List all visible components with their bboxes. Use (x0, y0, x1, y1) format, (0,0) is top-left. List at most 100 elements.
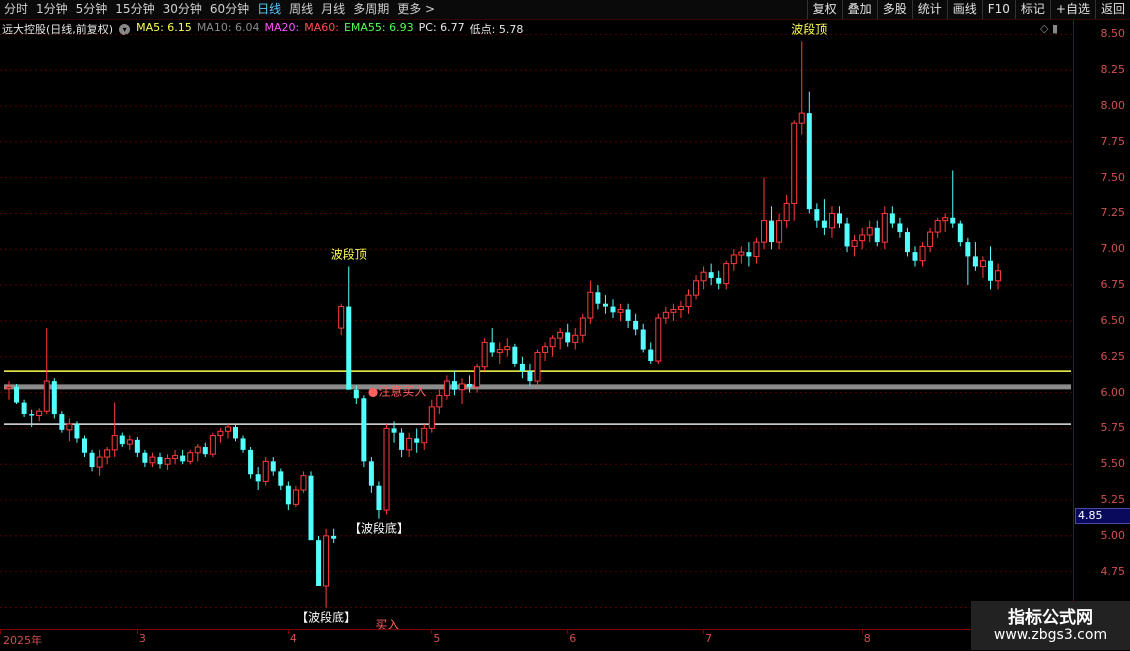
period-tab[interactable]: 多周期 (349, 0, 393, 19)
candle-body (783, 202, 790, 222)
period-tab[interactable]: 更多 > (393, 0, 439, 19)
candle-body (202, 447, 208, 455)
candle-body (534, 351, 541, 382)
signal-label: 【波段底】 (349, 521, 409, 536)
toolbar-button[interactable]: 多股 (876, 0, 912, 19)
toolbar-button[interactable]: 返回 (1094, 0, 1130, 19)
time-tick: 4 (289, 632, 297, 645)
period-tab[interactable]: 30分钟 (159, 0, 206, 19)
toolbar-button[interactable]: 统计 (911, 0, 947, 19)
time-axis: 2025年 3 4 5 6 7 8 (0, 629, 1073, 651)
time-tick: 5 (433, 632, 441, 645)
candle-body (323, 535, 330, 587)
candle-body (134, 439, 140, 453)
candle-body (934, 220, 941, 233)
period-tab[interactable]: 月线 (317, 0, 349, 19)
period-tab[interactable]: 周线 (285, 0, 317, 19)
period-tab[interactable]: 5分钟 (72, 0, 112, 19)
candle-body (496, 349, 503, 353)
candle-body (180, 455, 186, 462)
price-tick: 8.00 (1100, 98, 1126, 112)
candle-body (761, 220, 767, 243)
toolbar-button[interactable]: +自选 (1049, 0, 1095, 19)
period-tab[interactable]: 60分钟 (206, 0, 253, 19)
period-tab[interactable]: 分时 (0, 0, 32, 19)
candle-body (467, 383, 473, 387)
candle-body (723, 263, 730, 285)
candle-body (270, 461, 276, 472)
candle-body (248, 449, 254, 475)
period-tab[interactable]: 日线 (253, 0, 285, 19)
candle-body (292, 489, 299, 505)
candle-body (316, 540, 322, 587)
candle-body (414, 438, 420, 443)
toolbar-button[interactable]: 标记 (1014, 0, 1050, 19)
candle-body (633, 320, 639, 330)
candle-body (187, 452, 194, 462)
time-tick-mark (136, 630, 138, 634)
time-tick-mark (861, 630, 863, 634)
current-price-tag: 4.85 (1075, 508, 1130, 524)
price-tick: 7.00 (1100, 242, 1126, 256)
candle-body (791, 122, 798, 204)
toolbar-button[interactable]: 复权 (806, 0, 842, 19)
price-axis: 8.50 8.25 8.00 7.75 7.50 7.25 7.00 6.75 6.50 6.25… (1073, 20, 1130, 630)
candle-body (995, 270, 1002, 282)
price-tick: 7.75 (1100, 134, 1126, 148)
candle-body (851, 240, 858, 247)
period-tabs: 分时 1分钟 5分钟 15分钟 30分钟 60分钟 日线 周线 月线 多周期 更多 > (0, 0, 439, 19)
signal-label: 波段顶 (791, 21, 827, 36)
candle-body (59, 414, 65, 430)
candle-body (104, 449, 111, 458)
candle-body (149, 456, 156, 464)
time-tick-mark (431, 630, 433, 634)
candle-body (700, 271, 707, 282)
candle-body (957, 223, 963, 243)
candle-body (285, 485, 291, 505)
kline-chart[interactable]: 波段顶波段顶【波段底】【波段底】●注意买入买入 (0, 20, 1073, 629)
candle-body (255, 474, 261, 482)
top-toolbar: 分时 1分钟 5分钟 15分钟 30分钟 60分钟 日线 周线 月线 多周期 更多 > 复权 叠加 多股… (0, 0, 1130, 20)
candle-body (769, 220, 775, 243)
candle-body (436, 394, 443, 408)
candle-body (927, 231, 934, 247)
toolbar-button[interactable]: 画线 (946, 0, 982, 19)
candle-body (617, 308, 624, 313)
candle-body (504, 346, 511, 351)
candle-body (670, 308, 677, 313)
candle-body (443, 380, 450, 396)
watermark-url: www.zbgs3.com (993, 627, 1108, 643)
candle-body (66, 423, 73, 431)
time-tick-mark (703, 630, 705, 634)
candle-body (837, 213, 842, 224)
candle-body (557, 331, 564, 339)
candle-body (428, 406, 435, 429)
toolbar-button[interactable]: 叠加 (841, 0, 877, 19)
candle-body (240, 438, 246, 450)
signal-label: ●注意买入 (368, 383, 426, 398)
candle-body (776, 220, 783, 243)
toolbar-button[interactable]: F10 (981, 0, 1015, 19)
candle-body (96, 456, 103, 468)
candle-body (512, 346, 518, 364)
candle-body (685, 294, 692, 308)
candle-body (798, 112, 805, 124)
candle-body (897, 223, 903, 233)
period-tab[interactable]: 1分钟 (32, 0, 72, 19)
candle-body (610, 306, 616, 313)
period-tab[interactable]: 15分钟 (111, 0, 158, 19)
candle-body (278, 471, 284, 486)
candle-body (164, 457, 171, 465)
candle-body (519, 363, 525, 372)
signal-label: 买入 (375, 618, 399, 629)
candle-body (587, 291, 594, 319)
candle-body (859, 234, 866, 242)
candle-body (6, 386, 12, 389)
candle-body (157, 457, 163, 465)
candle-body (806, 113, 812, 210)
candle-body (368, 461, 374, 486)
candle-body (217, 430, 224, 437)
candle-body (361, 398, 367, 462)
candle-body (708, 272, 714, 278)
candle-body (595, 292, 601, 304)
